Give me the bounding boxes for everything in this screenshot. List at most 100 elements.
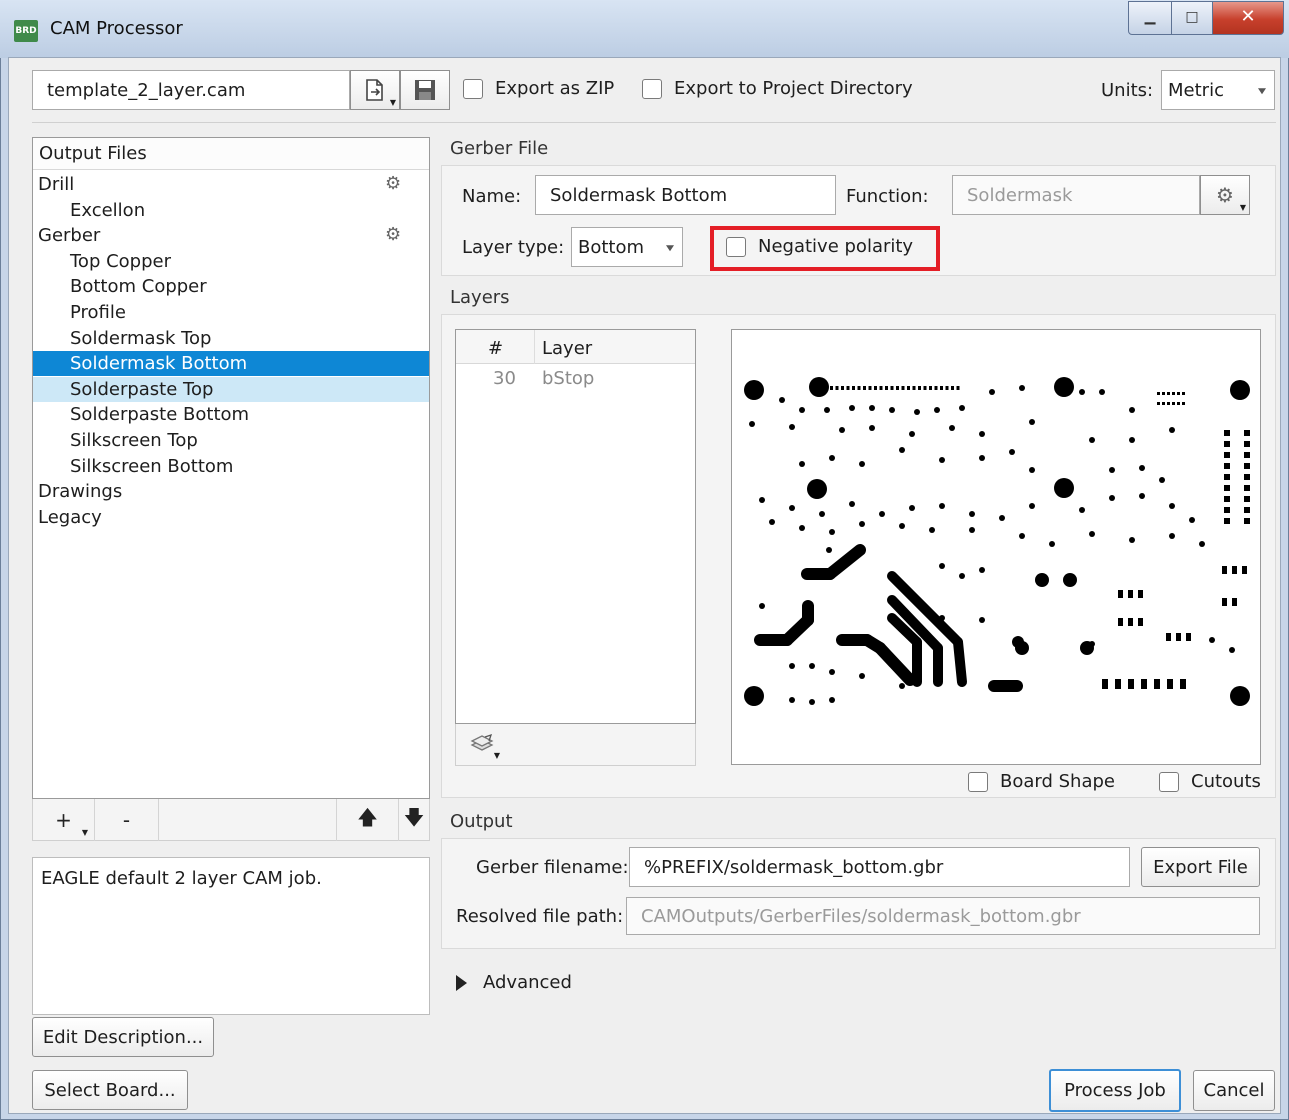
table-row[interactable]: 30 bStop [456,366,695,392]
pcb-pad [829,669,835,675]
tree-item-label: Gerber [38,225,101,247]
pcb-pad [1089,437,1095,443]
add-output-button[interactable]: + ▼ [33,799,95,841]
gear-icon[interactable]: ⚙ [385,225,405,245]
output-files-header: Output Files [33,138,429,170]
pcb-pad [989,389,995,395]
pcb-pad [1109,495,1115,501]
pcb-pad [799,525,805,531]
tree-item[interactable]: Gerber ⚙ [33,223,429,248]
pcb-pad [849,405,855,411]
title-bar[interactable]: BRD CAM Processor ▁ □ ✕ [0,0,1289,58]
name-input[interactable]: Soldermask Bottom [535,175,836,215]
resolved-file-path-field: CAMOutputs/GerberFiles/soldermask_bottom… [626,897,1260,935]
close-icon: ✕ [1240,6,1256,27]
tree-item-label: Silkscreen Top [70,430,198,451]
minus-icon: - [122,808,131,832]
pcb-smd-pad [1115,679,1121,689]
tree-item-label: Soldermask Bottom [70,353,248,375]
move-up-button[interactable]: 🡅 [337,799,399,841]
checkbox-box[interactable] [463,78,483,99]
checkbox-box[interactable] [968,771,988,792]
tree-item[interactable]: Silkscreen Bottom [33,454,429,479]
pcb-pad [959,405,965,411]
edit-description-button[interactable]: Edit Description... [32,1017,214,1057]
gerber-filename-label: Gerber filename: [476,857,629,878]
pcb-pad [914,409,920,415]
job-file-name: template_2_layer.cam [32,70,350,110]
export-to-project-directory-label: Export to Project Directory [674,78,913,99]
pcb-preview-graphic [744,377,1250,706]
output-section-title: Output [450,811,513,832]
tree-item-label: Profile [70,302,126,323]
cancel-button[interactable]: Cancel [1193,1070,1275,1111]
pcb-smd-pad [1244,474,1250,480]
select-board-button[interactable]: Select Board... [32,1070,188,1110]
arrow-up-icon: 🡅 [357,805,378,829]
advanced-expander[interactable]: Advanced [456,972,572,993]
function-settings-button[interactable]: ⚙ ▼ [1200,175,1250,215]
pcb-smd-pad [1182,392,1185,395]
layer-type-value: Bottom [578,236,645,258]
close-button[interactable]: ✕ [1212,1,1284,35]
maximize-button[interactable]: □ [1171,1,1213,35]
remove-output-button[interactable]: - [95,799,159,841]
tree-item[interactable]: Drawings [33,479,429,504]
checkbox-box[interactable] [1159,771,1179,792]
pcb-pad [1029,419,1035,425]
export-file-button[interactable]: Export File [1141,847,1260,887]
pcb-smd-pad [1157,392,1160,395]
tree-item[interactable]: Legacy [33,505,429,530]
cutouts-checkbox[interactable]: Cutouts [1159,771,1261,792]
pcb-smd-pad [1172,392,1175,395]
pcb-pad [1049,541,1055,547]
pcb-pad [1139,465,1145,471]
tree-item[interactable]: Silkscreen Top [33,428,429,453]
pcb-smd-pad [1244,463,1250,469]
tree-item[interactable]: Soldermask Top [33,326,429,351]
tree-item[interactable]: Bottom Copper [33,274,429,299]
edit-layers-button[interactable]: ▼ [460,726,504,762]
pcb-smd-pad [1232,566,1237,574]
gerber-filename-input[interactable]: %PREFIX/soldermask_bottom.gbr [629,847,1130,887]
pcb-pad [1029,503,1035,509]
tree-item[interactable]: Solderpaste Bottom [33,402,429,427]
units-select[interactable]: Metric [1161,70,1275,110]
toolbar-spacer [159,799,337,841]
pcb-pad [979,431,985,437]
tree-item[interactable]: Soldermask Bottom [33,351,429,377]
new-job-button[interactable]: ▼ [350,70,400,110]
minimize-button[interactable]: ▁ [1128,1,1172,35]
tree-item-label: Silkscreen Bottom [70,455,234,477]
maximize-icon: □ [1185,9,1199,25]
gear-icon[interactable]: ⚙ [385,174,405,194]
pcb-smd-pad [1177,392,1180,395]
layer-type-select[interactable]: Bottom [571,227,683,267]
board-shape-checkbox[interactable]: Board Shape [968,771,1115,792]
function-input[interactable]: Soldermask [952,175,1200,215]
pcb-pad [999,515,1005,521]
layers-section-title: Layers [450,287,510,308]
export-to-project-directory-checkbox[interactable]: Export to Project Directory [642,78,913,99]
new-file-icon [366,79,383,101]
export-as-zip-checkbox[interactable]: Export as ZIP [463,78,614,99]
pcb-pad [809,377,829,397]
tree-item[interactable]: Drill ⚙ [33,172,429,197]
chevron-down-icon [1258,88,1266,95]
pcb-pad [799,461,805,467]
move-down-button[interactable]: 🡇 [399,799,429,841]
layers-table[interactable]: # Layer 30 bStop [455,329,696,724]
tree-item[interactable]: Solderpaste Top [33,376,429,402]
pcb-smd-pad [1224,496,1230,502]
tree-item[interactable]: Excellon [33,198,429,223]
checkbox-box[interactable] [642,78,662,99]
tree-item[interactable]: Profile [33,300,429,325]
save-job-button[interactable] [400,70,450,110]
pcb-pad [809,663,815,669]
pcb-smd-pad [1244,496,1250,502]
tree-item[interactable]: Top Copper [33,249,429,274]
output-files-tree[interactable]: Output Files Drill ⚙ Excellon Gerber ⚙ Top Co… [32,137,430,799]
pcb-smd-pad [868,386,872,390]
pcb-smd-pad [1186,633,1191,641]
process-job-button[interactable]: Process Job [1049,1069,1181,1112]
